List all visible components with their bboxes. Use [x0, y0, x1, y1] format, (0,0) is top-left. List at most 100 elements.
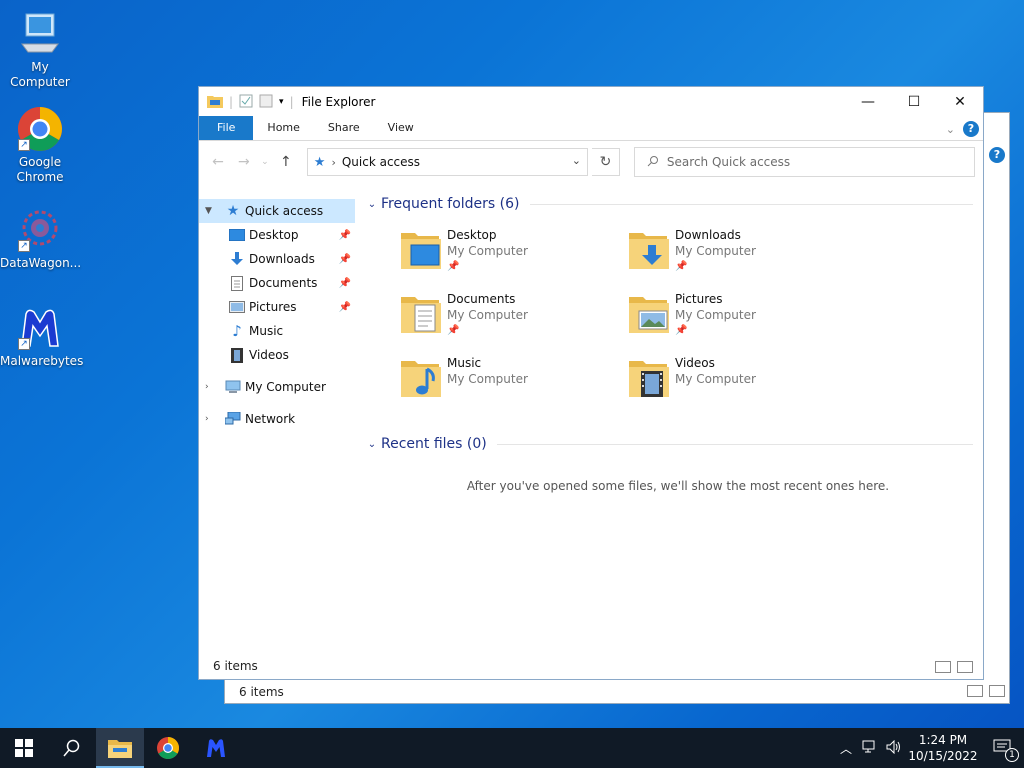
downloads-folder-icon: [627, 227, 673, 275]
network-icon[interactable]: [858, 740, 882, 757]
nav-item-label: Desktop: [249, 228, 299, 242]
nav-item-quick-access[interactable]: ▼ ★ Quick access: [199, 199, 355, 223]
pin-icon: 📌: [675, 325, 688, 336]
forward-button[interactable]: →: [233, 151, 255, 173]
address-bar[interactable]: ★ › Quick access ⌄: [306, 148, 588, 176]
nav-item-network[interactable]: › Network: [199, 407, 355, 431]
music-folder-icon: [399, 355, 445, 403]
clock[interactable]: 1:24 PM 10/15/2022: [906, 732, 980, 764]
nav-item-my-computer[interactable]: › My Computer: [199, 375, 355, 399]
refresh-button[interactable]: ↻: [592, 148, 620, 176]
desktop-folder-icon: [229, 227, 245, 243]
nav-item-downloads[interactable]: Downloads 📌: [199, 247, 355, 271]
close-button[interactable]: ✕: [937, 87, 983, 117]
desktop-icon-datawagon[interactable]: ↗ DataWagon...: [0, 206, 82, 271]
taskbar: ︿ 1:24 PM 10/15/2022 1: [0, 728, 1024, 768]
notification-count-badge: 1: [1005, 747, 1019, 762]
action-center-button[interactable]: 1: [980, 739, 1024, 762]
desktop-icon-google-chrome[interactable]: ↗ Google Chrome: [0, 105, 80, 185]
nav-item-pictures[interactable]: Pictures 📌: [199, 295, 355, 319]
desktop-folder-icon: [399, 227, 445, 275]
address-bar-row: ← → ⌄ ↑ ★ › Quick access ⌄ ↻ Search Quic…: [199, 141, 983, 183]
help-icon[interactable]: ?: [989, 147, 1005, 163]
large-icons-view-icon[interactable]: [957, 661, 973, 673]
folder-location: My Computer: [447, 244, 528, 258]
collapse-chevron-icon[interactable]: ⌄: [363, 439, 381, 450]
nav-item-videos[interactable]: Videos: [199, 343, 355, 367]
caption-buttons: — ☐ ✕: [845, 87, 983, 117]
expand-chevron-icon[interactable]: ›: [205, 382, 217, 392]
expand-chevron-icon[interactable]: ›: [205, 414, 217, 424]
folder-tile-music[interactable]: Music My Computer: [399, 355, 627, 411]
up-button[interactable]: ↑: [275, 151, 297, 173]
customize-toolbar-chevron-icon[interactable]: ▾: [279, 97, 284, 107]
title-bar[interactable]: | ▾ | File Explorer — ☐ ✕: [199, 87, 983, 117]
collapse-chevron-icon[interactable]: ▼: [205, 206, 217, 216]
folder-name: Videos: [675, 356, 715, 370]
nav-item-label: Music: [249, 324, 284, 338]
desktop-icon-label: DataWagon...: [0, 256, 82, 270]
back-button[interactable]: ←: [207, 151, 229, 173]
folder-tile-videos[interactable]: Videos My Computer: [627, 355, 855, 411]
pictures-icon: [229, 299, 245, 315]
window-title: File Explorer: [301, 95, 376, 109]
large-icons-view-icon[interactable]: [989, 685, 1005, 697]
expand-ribbon-chevron-icon[interactable]: ⌄: [946, 123, 955, 136]
search-box[interactable]: Search Quick access: [633, 147, 975, 177]
maximize-button[interactable]: ☐: [891, 87, 937, 117]
recent-files-header[interactable]: ⌄ Recent files (0): [363, 431, 973, 457]
volume-icon[interactable]: [882, 739, 906, 757]
recent-locations-chevron-icon[interactable]: ⌄: [259, 151, 271, 173]
videos-folder-icon: [627, 355, 673, 403]
start-button[interactable]: [0, 728, 48, 768]
folder-tile-pictures[interactable]: Pictures My Computer 📌: [627, 291, 855, 347]
desktop-icon-malwarebytes[interactable]: ↗ Malwarebytes: [0, 304, 83, 369]
nav-item-documents[interactable]: Documents 📌: [199, 271, 355, 295]
folder-name: Music: [447, 356, 482, 370]
folder-tile-desktop[interactable]: Desktop My Computer 📌: [399, 227, 627, 283]
tab-share[interactable]: Share: [314, 116, 374, 140]
nav-item-desktop[interactable]: Desktop 📌: [199, 223, 355, 247]
taskbar-malwarebytes[interactable]: [192, 728, 240, 768]
desktop-icon-my-computer[interactable]: My Computer: [0, 10, 80, 90]
status-item-count: 6 items: [239, 685, 284, 699]
shortcut-arrow-icon: ↗: [18, 338, 30, 350]
nav-item-music[interactable]: ♪ Music: [199, 319, 355, 343]
tab-file[interactable]: File: [199, 116, 254, 140]
collapse-chevron-icon[interactable]: ⌄: [363, 199, 381, 210]
properties-icon[interactable]: [239, 94, 253, 111]
tab-home[interactable]: Home: [253, 116, 313, 140]
folder-location: My Computer: [675, 372, 756, 386]
help-icon[interactable]: ?: [963, 121, 979, 137]
address-dropdown-chevron-icon[interactable]: ⌄: [572, 154, 581, 167]
taskbar-chrome[interactable]: [144, 728, 192, 768]
malwarebytes-icon: ↗: [16, 304, 64, 352]
folder-name: Pictures: [675, 292, 723, 306]
folder-location: My Computer: [675, 308, 756, 322]
folder-tile-downloads[interactable]: Downloads My Computer 📌: [627, 227, 855, 283]
new-folder-icon[interactable]: [259, 94, 273, 111]
file-explorer-window[interactable]: | ▾ | File Explorer — ☐ ✕ File Home Shar…: [198, 86, 984, 680]
nav-item-label: Documents: [249, 276, 318, 290]
details-view-icon[interactable]: [935, 661, 951, 673]
address-location[interactable]: Quick access: [342, 155, 420, 169]
shortcut-arrow-icon: ↗: [18, 240, 30, 252]
network-icon: [225, 411, 241, 427]
file-explorer-icon: [108, 740, 132, 758]
nav-item-label: Quick access: [245, 204, 324, 218]
tab-view[interactable]: View: [374, 116, 428, 140]
show-hidden-icons-chevron-icon[interactable]: ︿: [834, 740, 858, 757]
chrome-icon: [157, 737, 179, 759]
nav-item-label: Downloads: [249, 252, 315, 266]
minimize-button[interactable]: —: [845, 87, 891, 117]
search-input[interactable]: Search Quick access: [667, 155, 790, 169]
details-view-icon[interactable]: [967, 685, 983, 697]
frequent-folders-header[interactable]: ⌄ Frequent folders (6): [363, 191, 973, 217]
folder-location: My Computer: [447, 372, 528, 386]
clock-time: 1:24 PM: [918, 733, 968, 747]
search-button[interactable]: [48, 728, 96, 768]
notification-icon: 1: [993, 739, 1019, 762]
folder-tile-documents[interactable]: Documents My Computer 📌: [399, 291, 627, 347]
taskbar-file-explorer[interactable]: [96, 728, 144, 768]
breadcrumb-separator-icon[interactable]: ›: [331, 156, 335, 169]
